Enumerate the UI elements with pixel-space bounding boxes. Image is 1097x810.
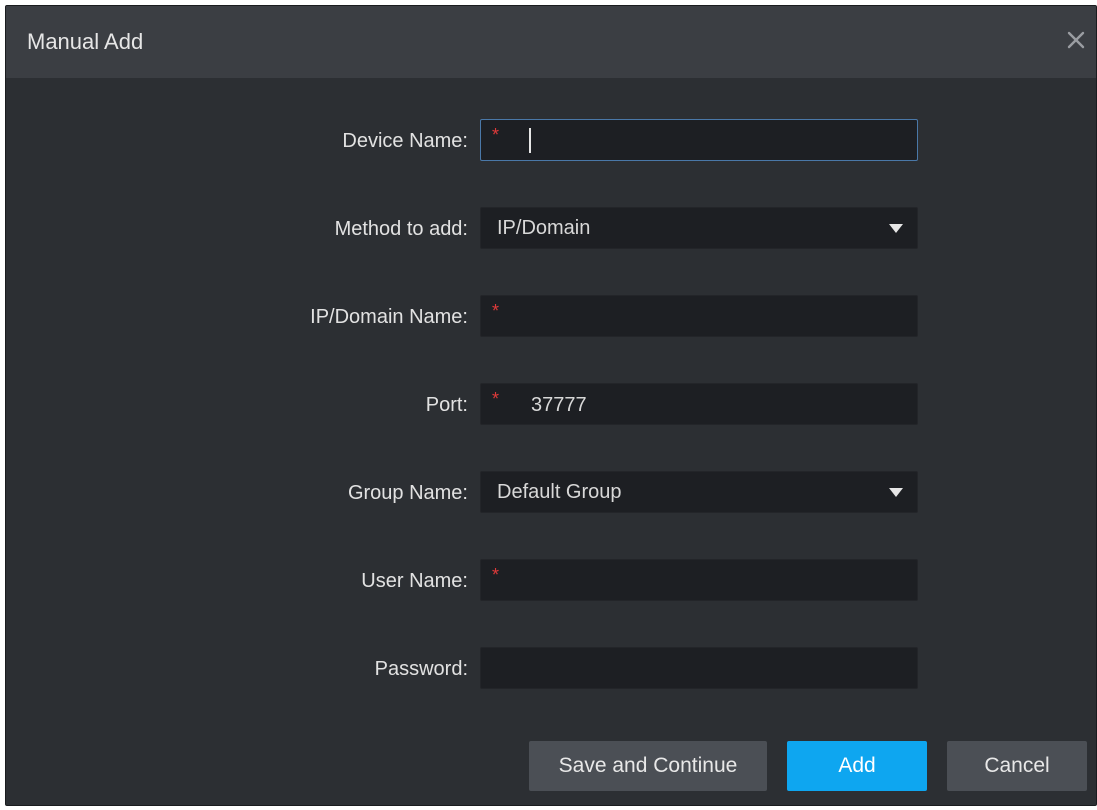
group-name-label: Group Name: [347, 482, 468, 504]
manual-add-dialog: Manual Add Device Name: * Method to add:… [5, 5, 1097, 806]
ip-domain-name-input[interactable]: * [480, 295, 918, 337]
ip-domain-name-row: IP/Domain Name: * [6, 295, 1096, 339]
method-to-add-label: Method to add: [334, 218, 468, 240]
group-name-select[interactable]: Default Group [480, 471, 918, 513]
device-name-label: Device Name: [342, 130, 468, 152]
port-input[interactable]: * 37777 [480, 383, 918, 425]
device-name-input[interactable]: * [480, 119, 918, 161]
close-icon[interactable] [1062, 26, 1090, 54]
group-name-row: Group Name: Default Group [6, 471, 1096, 515]
add-button[interactable]: Add [787, 741, 927, 791]
required-mark: * [492, 389, 500, 409]
method-to-add-row: Method to add: IP/Domain [6, 207, 1096, 251]
required-mark: * [492, 301, 500, 321]
port-label: Port: [425, 394, 468, 416]
method-to-add-select[interactable]: IP/Domain [480, 207, 918, 249]
device-name-row: Device Name: * [6, 119, 1096, 163]
user-name-label: User Name: [361, 570, 468, 592]
user-name-input[interactable]: * [480, 559, 918, 601]
text-cursor [529, 128, 531, 153]
password-label: Password: [374, 658, 468, 680]
required-mark: * [492, 565, 500, 585]
dialog-title: Manual Add [27, 29, 144, 54]
user-name-row: User Name: * [6, 559, 1096, 603]
port-row: Port: * 37777 [6, 383, 1096, 427]
password-row: Password: [6, 647, 1096, 691]
required-mark: * [492, 125, 500, 145]
dropdown-arrow-icon [889, 488, 903, 497]
group-name-value: Default Group [497, 481, 622, 503]
dialog-titlebar: Manual Add [6, 6, 1096, 78]
dropdown-arrow-icon [889, 224, 903, 233]
save-and-continue-button[interactable]: Save and Continue [529, 741, 767, 791]
cancel-button[interactable]: Cancel [947, 741, 1087, 791]
method-to-add-value: IP/Domain [497, 217, 591, 239]
password-input[interactable] [480, 647, 918, 689]
port-value: 37777 [531, 394, 587, 416]
ip-domain-name-label: IP/Domain Name: [310, 306, 468, 328]
